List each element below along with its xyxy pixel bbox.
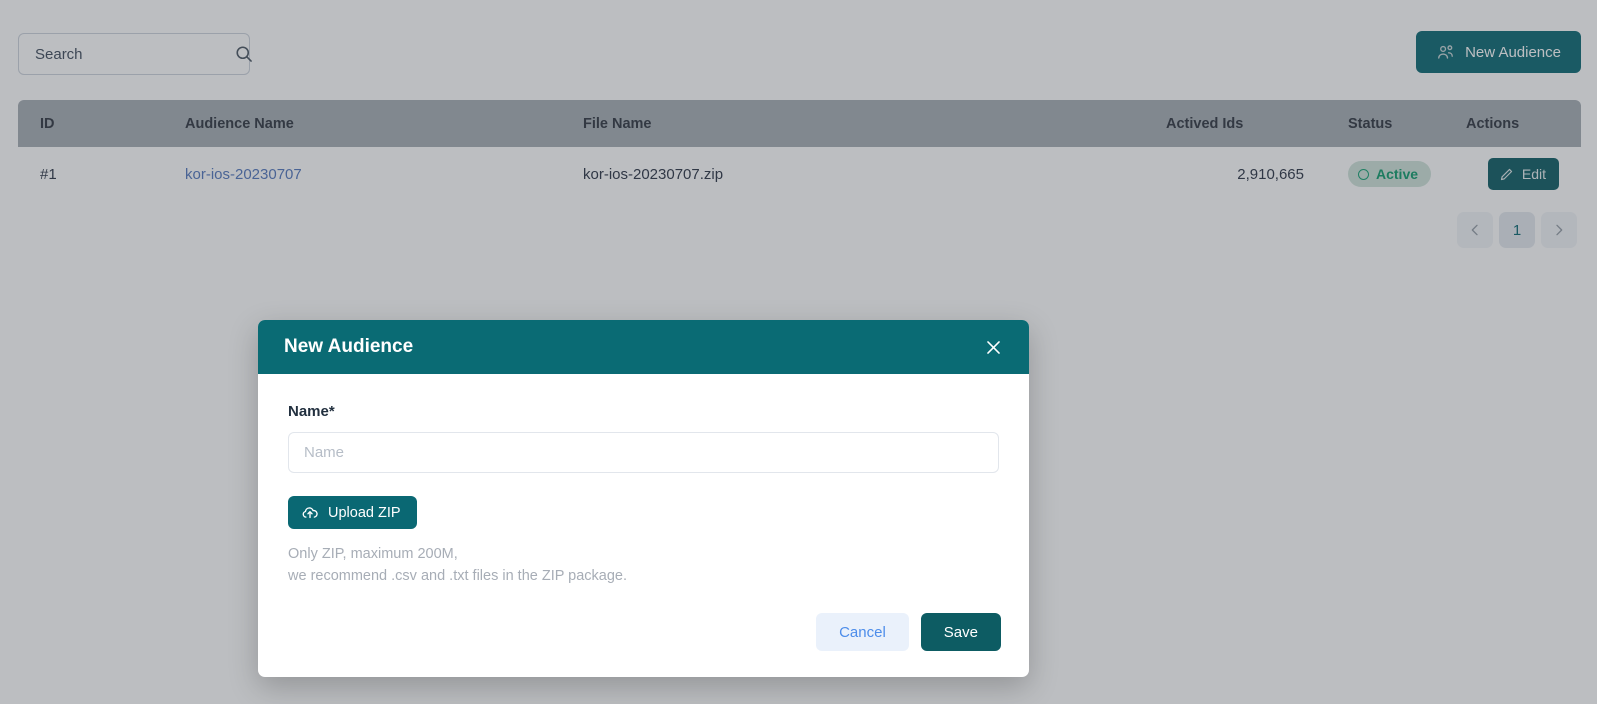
save-button[interactable]: Save <box>920 613 1001 651</box>
modal-header: New Audience <box>258 320 1029 374</box>
upload-zip-label: Upload ZIP <box>328 504 401 521</box>
new-audience-modal: New Audience Name* Upload ZIP <box>258 320 1029 677</box>
upload-hint: Only ZIP, maximum 200M, we recommend .cs… <box>288 543 999 587</box>
cloud-upload-icon <box>301 504 319 522</box>
modal-body: Name* Upload ZIP Only ZIP, maximum 200M,… <box>258 374 1029 587</box>
modal-footer: Cancel Save <box>816 613 1001 651</box>
modal-close-button[interactable] <box>980 334 1007 361</box>
upload-zip-button[interactable]: Upload ZIP <box>288 496 417 529</box>
modal-title: New Audience <box>284 336 414 357</box>
name-input[interactable] <box>288 432 999 473</box>
close-icon <box>984 338 1003 357</box>
upload-hint-line-1: Only ZIP, maximum 200M, <box>288 546 458 562</box>
upload-hint-line-2: we recommend .csv and .txt files in the … <box>288 568 628 584</box>
name-field-label: Name* <box>288 403 335 420</box>
cancel-button[interactable]: Cancel <box>816 613 909 651</box>
